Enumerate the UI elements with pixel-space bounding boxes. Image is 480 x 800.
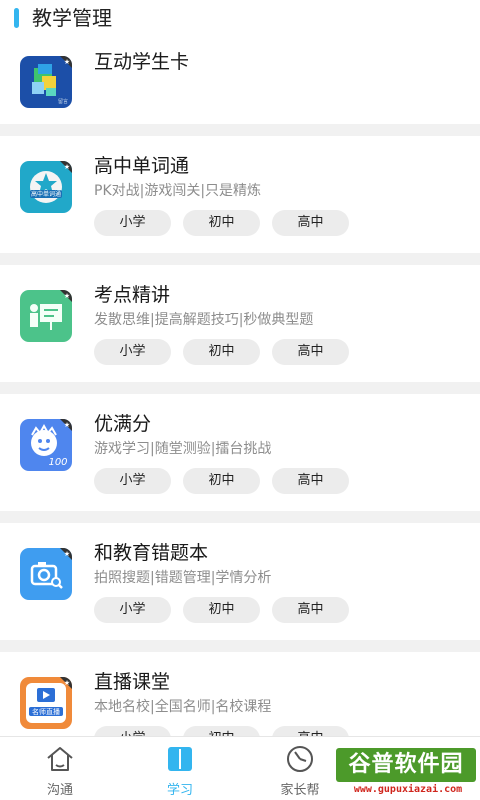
level-junior-button[interactable]: 初中	[183, 468, 260, 494]
card-exam-points[interactable]: ★ 考点精讲 发散思维|提高解题技巧|秒做典型题 小学 初中 高中	[0, 265, 480, 382]
live-icon-label: 名师直播	[32, 707, 60, 716]
svg-text:★: ★	[64, 163, 70, 171]
card-word-book[interactable]: 高中单词通 ★ 高中单词通 PK对战|游戏闯关|只是精炼 小学 初中 高中	[0, 136, 480, 253]
student-card-icon: ★ 留言	[20, 56, 72, 108]
level-senior-button[interactable]: 高中	[272, 597, 349, 623]
level-primary-button[interactable]: 小学	[94, 726, 171, 736]
teacher-board-icon: ★	[20, 290, 72, 342]
section-header: 教学管理	[0, 0, 480, 36]
level-junior-button[interactable]: 初中	[183, 210, 260, 236]
separator	[0, 640, 480, 652]
site-watermark: 谷普软件园 www.gupuxiazai.com	[336, 748, 480, 800]
tab-label: 学习	[166, 783, 193, 798]
card-mistake-book[interactable]: ★ 和教育错题本 拍照搜题|错题管理|学情分析 小学 初中 高中	[0, 523, 480, 640]
card-title: 直播课堂	[94, 671, 171, 693]
level-junior-button[interactable]: 初中	[183, 339, 260, 365]
separator	[0, 253, 480, 265]
book-icon	[168, 747, 192, 771]
card-title: 优满分	[94, 413, 152, 435]
level-primary-button[interactable]: 小学	[94, 468, 171, 494]
svg-text:★: ★	[64, 421, 70, 429]
card-title: 高中单词通	[94, 155, 190, 177]
camera-search-icon: ★	[20, 548, 72, 600]
svg-text:100: 100	[48, 457, 67, 468]
home-icon	[47, 747, 73, 771]
card-subtitle: 拍照搜题|错题管理|学情分析	[94, 570, 272, 586]
level-senior-button[interactable]: 高中	[272, 468, 349, 494]
tab-study[interactable]: 学习	[120, 737, 240, 800]
watermark-url: www.gupuxiazai.com	[353, 784, 463, 795]
level-primary-button[interactable]: 小学	[94, 339, 171, 365]
level-senior-button[interactable]: 高中	[272, 339, 349, 365]
word-book-icon: 高中单词通 ★	[20, 161, 72, 213]
svg-text:★: ★	[64, 550, 70, 558]
card-title: 互动学生卡	[94, 51, 190, 73]
level-primary-button[interactable]: 小学	[94, 597, 171, 623]
svg-text:★: ★	[64, 292, 70, 300]
level-senior-button[interactable]: 高中	[272, 210, 349, 236]
score-100-icon: 100 ★	[20, 419, 72, 471]
separator	[0, 511, 480, 523]
svg-text:留言: 留言	[58, 98, 68, 105]
card-subtitle: PK对战|游戏闯关|只是精炼	[94, 183, 262, 199]
level-junior-button[interactable]: 初中	[183, 597, 260, 623]
level-junior-button[interactable]: 初中	[183, 726, 260, 736]
svg-text:★: ★	[64, 58, 70, 66]
card-title: 和教育错题本	[94, 542, 209, 564]
level-senior-button[interactable]: 高中	[272, 726, 349, 736]
separator	[0, 382, 480, 394]
card-subtitle: 发散思维|提高解题技巧|秒做典型题	[94, 312, 314, 328]
section-title: 教学管理	[32, 6, 112, 30]
svg-text:★: ★	[64, 679, 70, 687]
tab-communicate[interactable]: 沟通	[0, 737, 120, 800]
card-title: 考点精讲	[94, 284, 171, 306]
card-live-class[interactable]: 名师直播 ★ 直播课堂 本地名校|全国名师|名校课程 小学 初中 高中	[0, 652, 480, 736]
section-accent-bar	[14, 8, 19, 28]
level-primary-button[interactable]: 小学	[94, 210, 171, 236]
card-subtitle: 本地名校|全国名师|名校课程	[94, 699, 272, 715]
app-list[interactable]: ★ 留言 互动学生卡 高中单词通 ★ 高中单词通 PK对战|游戏闯关|只是精炼 …	[0, 36, 480, 736]
card-full-score[interactable]: 100 ★ 优满分 游戏学习|随堂测验|擂台挑战 小学 初中 高中	[0, 394, 480, 511]
dial-icon	[287, 746, 313, 772]
tab-label: 沟通	[46, 783, 73, 798]
live-class-icon: 名师直播 ★	[20, 677, 72, 729]
watermark-logo-text: 谷普软件园	[336, 748, 476, 782]
card-student-card[interactable]: ★ 留言 互动学生卡	[0, 36, 480, 124]
card-subtitle: 游戏学习|随堂测验|擂台挑战	[94, 441, 272, 457]
svg-text:高中单词通: 高中单词通	[31, 190, 61, 198]
separator	[0, 124, 480, 136]
